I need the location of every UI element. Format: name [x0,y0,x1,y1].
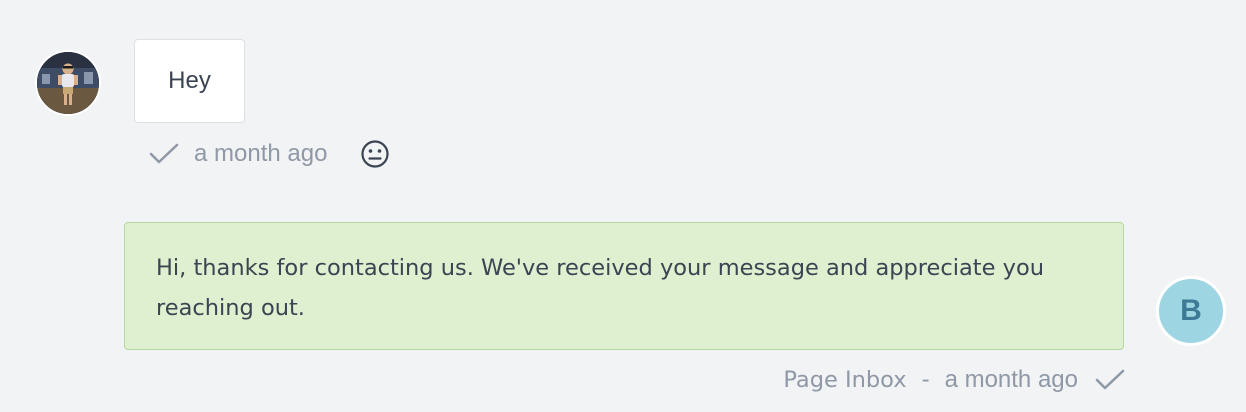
meta-separator: - [921,366,930,393]
emoji-smile-icon [361,140,390,168]
agent-avatar[interactable]: B [1156,276,1226,346]
outgoing-message-source: Page Inbox [783,367,907,393]
outgoing-message-meta: Page Inbox - a month ago [783,364,1126,396]
incoming-message-time: a month ago [194,140,328,167]
incoming-message-bubble: Hey [134,39,245,123]
check-icon [148,142,180,166]
outgoing-message-bubble: Hi, thanks for contacting us. We've rece… [124,222,1124,350]
contact-avatar[interactable] [35,50,101,116]
agent-avatar-letter: B [1180,294,1202,327]
emoji-reaction-button[interactable] [359,138,391,170]
contact-avatar-image [37,52,99,114]
incoming-message-text: Hey [168,67,211,94]
outgoing-message-text: Hi, thanks for contacting us. We've rece… [156,255,1044,321]
outgoing-message-time: a month ago [944,366,1078,393]
incoming-message-meta: a month ago [148,138,391,170]
check-icon [1094,368,1126,392]
